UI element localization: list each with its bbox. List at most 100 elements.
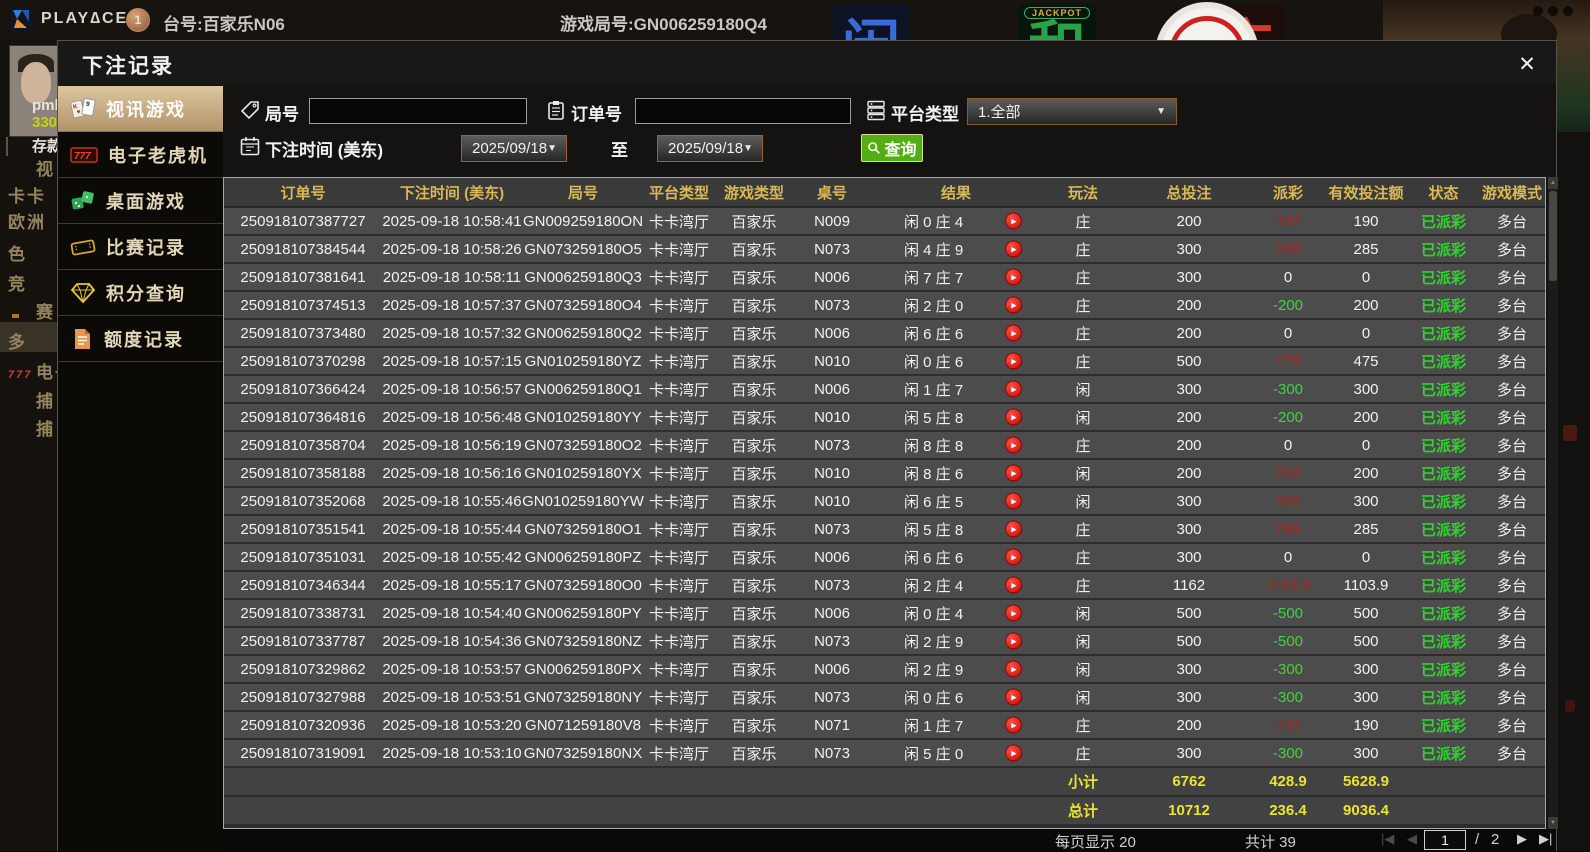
cell-order: 250918107327988 [224,684,382,710]
replay-video-button[interactable]: ▶ [1005,465,1022,482]
background-nav-item-0[interactable]: 视 [8,155,55,180]
replay-video-button[interactable]: ▶ [1005,577,1022,594]
scrollbar-thumb[interactable] [1549,191,1557,281]
cell-payout: 285 [1254,236,1322,262]
replay-video-button[interactable]: ▶ [1005,689,1022,706]
cell-mode: 多台 [1477,656,1546,682]
replay-video-button[interactable]: ▶ [1005,353,1022,370]
round-input[interactable] [309,98,527,124]
cell-platform: 卡卡湾厅 [644,236,714,262]
replay-video-button[interactable]: ▶ [1005,493,1022,510]
cell-result: 闲 6 庄 6 ▶ [870,320,1042,346]
cell-time: 2025-09-18 10:56:57 [382,376,522,402]
table-row: 2509181073515412025-09-18 10:55:44GN0732… [224,516,1545,544]
platform-icon [865,99,887,121]
play-icon: ▶ [1011,469,1016,477]
table-header-row: 订单号下注时间 (美东)局号平台类型游戏类型桌号结果玩法总投注派彩有效投注额状态… [224,178,1545,208]
column-header: 结果 [870,178,1042,206]
replay-video-button[interactable]: ▶ [1005,521,1022,538]
replay-video-button[interactable]: ▶ [1005,213,1022,230]
replay-video-button[interactable]: ▶ [1005,437,1022,454]
cell-valid: 300 [1322,656,1410,682]
cell-game: 百家乐 [714,712,794,738]
bet-records-table: 订单号下注时间 (美东)局号平台类型游戏类型桌号结果玩法总投注派彩有效投注额状态… [223,177,1546,829]
cell-platform: 卡卡湾厅 [644,460,714,486]
replay-video-button[interactable]: ▶ [1005,633,1022,650]
background-nav-item-4[interactable]: 竞 [8,270,27,295]
cell-total: 9036.4 [1322,797,1410,824]
page-next-icon[interactable]: ▶ [1517,831,1527,847]
cell-platform: 卡卡湾厅 [644,208,714,234]
background-nav-item-9[interactable]: 捕 [8,415,55,440]
replay-video-button[interactable]: ▶ [1005,241,1022,258]
replay-video-button[interactable]: ▶ [1005,381,1022,398]
replay-video-button[interactable]: ▶ [1005,549,1022,566]
cell-result: 闲 6 庄 6▶ [870,544,1042,570]
background-nav-item-7[interactable]: 777电子 [8,358,57,383]
platform-select[interactable]: 1.全部 ▼ [967,98,1177,125]
username: pmh [32,97,57,114]
cell-play: 庄 [1042,348,1124,374]
cell-play: 闲 [1042,656,1124,682]
cell-round: GN006259180PY [522,600,644,626]
sidebar-item-2[interactable]: 桌面游戏 [58,178,223,224]
result-text: 闲 4 庄 9 [904,239,963,260]
close-icon[interactable]: ✕ [1514,51,1540,77]
table-row: 2509181073745132025-09-18 10:57:37GN0732… [224,292,1545,320]
order-input[interactable] [635,98,851,124]
cell-result: 闲 2 庄 4▶ [870,572,1042,598]
scroll-down-icon[interactable]: ▼ [1548,817,1558,829]
replay-video-button[interactable]: ▶ [1005,717,1022,734]
cell-total [644,797,714,824]
background-nav-item-1[interactable]: 卡卡 [8,182,46,207]
tie-bet-tile[interactable]: JACKPOT 和 [1018,4,1096,40]
page-last-icon[interactable]: ▶| [1539,831,1552,847]
result-text: 闲 6 庄 6 [904,323,963,344]
play-icon: ▶ [1011,245,1016,253]
cell-table_no: N006 [794,320,870,346]
cell-round: GN010259180YX [522,460,644,486]
background-nav-item-3[interactable]: 色 [8,240,27,265]
cell-order: 250918107381641 [224,264,382,290]
cell-payout: -200 [1254,292,1322,318]
page-prev-icon[interactable]: ◀ [1407,831,1417,847]
modal-sidebar: K♥9视讯游戏777电子老虎机桌面游戏比赛记录积分查询额度记录 [58,86,223,851]
cell-order: 250918107351031 [224,544,382,570]
cell-game: 百家乐 [714,236,794,262]
cell-game: 百家乐 [714,348,794,374]
sidebar-item-0[interactable]: K♥9视讯游戏 [58,86,223,132]
date-to-select[interactable]: 2025/09/18 ▼ [657,135,763,162]
sidebar-item-5[interactable]: 额度记录 [58,316,223,362]
replay-video-button[interactable]: ▶ [1005,661,1022,678]
cell-bet: 300 [1124,376,1254,402]
page-first-icon[interactable]: |◀ [1381,831,1394,847]
date-from-select[interactable]: 2025/09/18 ▼ [461,135,567,162]
sidebar-item-1[interactable]: 777电子老虎机 [58,132,223,178]
cell-order: 250918107358188 [224,460,382,486]
sidebar-item-icon [70,189,96,213]
player-bet-tile[interactable]: 闲 [832,4,910,40]
page-number-input[interactable] [1424,830,1466,850]
replay-video-button[interactable]: ▶ [1005,269,1022,286]
table-scrollbar[interactable]: ▲ ▼ [1548,177,1558,829]
scroll-up-icon[interactable]: ▲ [1548,177,1558,189]
background-nav-item-8[interactable]: 捕 [8,387,55,412]
replay-video-button[interactable]: ▶ [1005,325,1022,342]
cell-result: 闲 0 庄 4▶ [870,600,1042,626]
deposit-button[interactable]: 存款 [6,135,57,156]
cell-platform: 卡卡湾厅 [644,348,714,374]
cell-payout: -300 [1254,376,1322,402]
order-filter-label: 订单号 [571,100,622,125]
background-nav-item-5[interactable]: 赛 [8,298,55,323]
search-button[interactable]: 查询 [861,134,923,162]
replay-video-button[interactable]: ▶ [1005,745,1022,762]
cell-mode: 多台 [1477,516,1546,542]
background-nav-item-6[interactable]: 多 [8,328,27,353]
sidebar-item-3[interactable]: 比赛记录 [58,224,223,270]
background-nav-item-2[interactable]: 欧洲 [8,208,46,233]
replay-video-button[interactable]: ▶ [1005,297,1022,314]
replay-video-button[interactable]: ▶ [1005,605,1022,622]
cell-table_no: N073 [794,516,870,542]
replay-video-button[interactable]: ▶ [1005,409,1022,426]
sidebar-item-4[interactable]: 积分查询 [58,270,223,316]
